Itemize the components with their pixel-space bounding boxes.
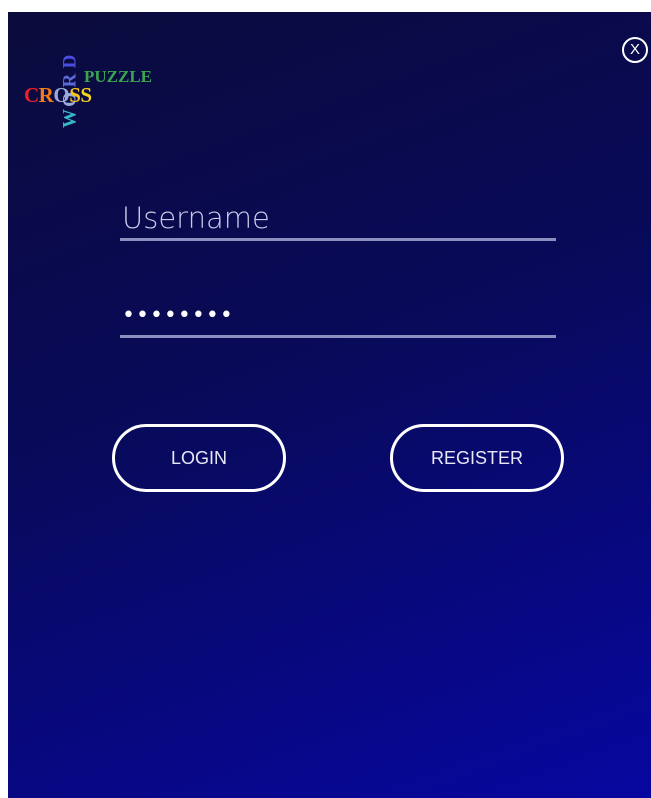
logo-puzzle-text: PUZZLE xyxy=(84,67,153,86)
logo-cross-letter: S xyxy=(80,83,92,107)
logo-cross-letter: C xyxy=(24,83,39,107)
crossword-puzzle-logo: WORD CROSS PUZZLE xyxy=(24,52,174,142)
password-input[interactable] xyxy=(120,295,556,335)
logo-word-letter: D xyxy=(59,54,81,69)
password-field[interactable] xyxy=(120,295,556,338)
username-input[interactable] xyxy=(120,198,556,238)
login-window: X WORD CROSS PUZZLE LOGIN REGISTER xyxy=(8,12,651,798)
close-button[interactable]: X xyxy=(622,37,648,63)
close-icon: X xyxy=(629,41,640,58)
username-field[interactable] xyxy=(120,198,556,241)
logo-cross-letter: R xyxy=(38,83,54,107)
logo-word-letter: W xyxy=(59,109,81,128)
register-button[interactable]: REGISTER xyxy=(390,424,564,492)
logo-cross-letter: S xyxy=(69,83,81,107)
logo-cross-text: CROSS xyxy=(24,85,92,106)
logo-cross-letter: O xyxy=(53,83,70,107)
login-button[interactable]: LOGIN xyxy=(112,424,286,492)
